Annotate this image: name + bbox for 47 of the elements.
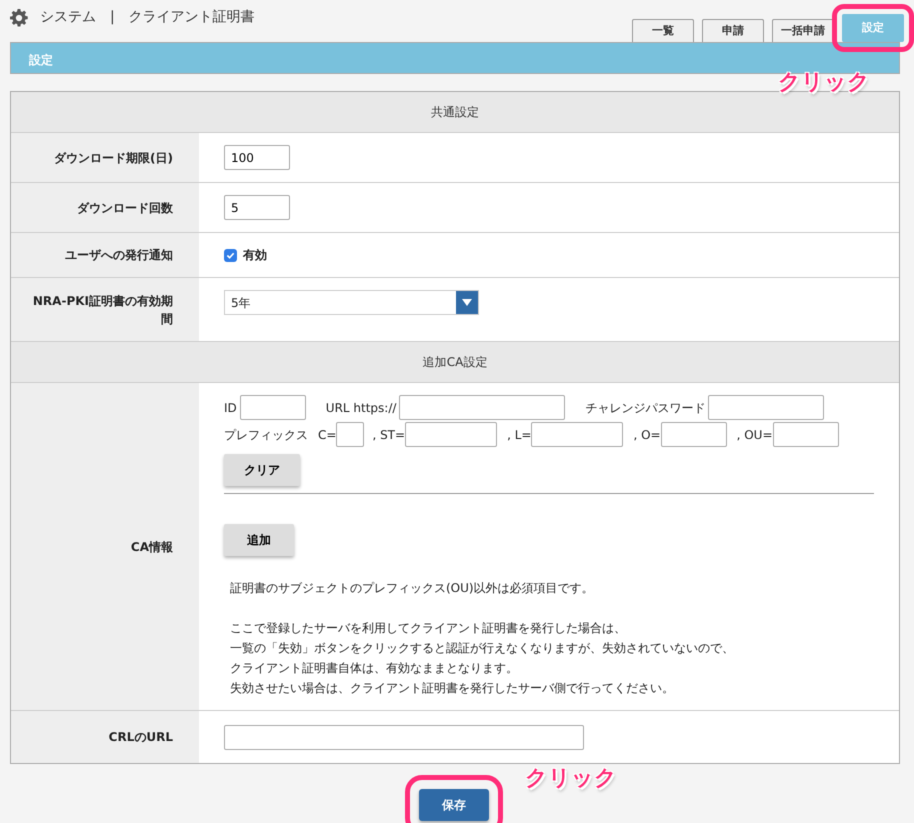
field-label: , L=	[507, 426, 532, 444]
checkbox-label: 有効	[243, 247, 267, 264]
annotation-label: クリック	[778, 72, 870, 94]
note-text: 証明書のサブジェクトのプレフィックス(OU)以外は必須項目です。	[230, 580, 595, 597]
tab[interactable]: 一覧	[632, 19, 694, 42]
field-label: , OU=	[736, 426, 773, 444]
add-button[interactable]: 追加	[224, 524, 294, 556]
input-field[interactable]	[660, 422, 727, 447]
field-label: , O=	[633, 426, 661, 444]
url-field[interactable]	[224, 724, 584, 750]
input-field[interactable]: 5	[224, 195, 290, 220]
tab[interactable]: 申請	[702, 19, 764, 42]
annotation-label: クリック	[525, 768, 617, 790]
input-field[interactable]	[240, 395, 306, 420]
clear-button[interactable]: クリア	[224, 454, 300, 486]
input-field[interactable]	[772, 422, 839, 447]
field-label: チャレンジパスワード	[585, 400, 706, 416]
field-label: , ST=	[372, 426, 406, 444]
tab[interactable]: 一括申請	[772, 19, 834, 42]
save-button[interactable]: 保存	[419, 789, 489, 821]
checkbox[interactable]	[224, 248, 237, 262]
input-field[interactable]	[336, 422, 364, 447]
input-field[interactable]	[399, 395, 566, 420]
field-label: CA情報	[11, 383, 199, 710]
settings-icon	[10, 8, 28, 26]
field-label: ID	[224, 400, 237, 416]
page-title: システム | クライアント証明書	[40, 8, 255, 27]
note-text: ここで登録したサーバを利用してクライアント証明書を発行した場合は、	[230, 620, 627, 637]
caret-icon	[462, 299, 472, 306]
field-label: CRLのURL	[11, 711, 199, 763]
section-heading: 追加CA設定	[11, 342, 899, 383]
field-label: URL https://	[326, 400, 396, 416]
note-text: クライアント証明書自体は、有効なままとなります。	[230, 660, 519, 677]
note-text: 一覧の「失効」ボタンをクリックすると認証が行えなくなりますが、失効されていないので、	[230, 640, 735, 657]
field-label: ダウンロード回数	[11, 183, 199, 232]
field-label: ダウンロード期限(日)	[11, 133, 199, 182]
field-label: NRA-PKI証明書の有効期間	[11, 278, 199, 341]
dropdown[interactable]: 5年	[224, 290, 479, 315]
field-label: プレフィックス	[224, 426, 308, 444]
input-field[interactable]: 100	[224, 145, 290, 170]
section-heading: 共通設定	[11, 92, 899, 133]
input-field[interactable]	[405, 422, 498, 447]
field-label: C=	[318, 426, 336, 444]
field-label: ユーザへの発行通知	[11, 233, 199, 277]
input-field[interactable]	[708, 395, 824, 420]
input-field[interactable]	[531, 422, 624, 447]
note-text: 失効させたい場合は、クライアント証明書を発行したサーバ側で行ってください。	[230, 680, 675, 697]
